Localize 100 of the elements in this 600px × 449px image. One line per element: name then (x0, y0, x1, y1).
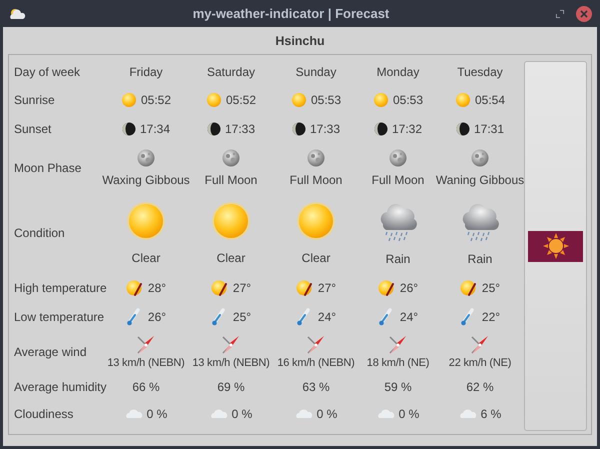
high-temperature: 27° (318, 280, 336, 294)
moon-phase-text: Waxing Gibbous (102, 173, 190, 187)
sun-icon (296, 201, 336, 241)
compass-icon (135, 335, 157, 355)
cloud-icon (458, 408, 477, 418)
day-name: Sunday (296, 64, 336, 78)
high-temperature: 28° (148, 280, 166, 294)
sunrise-time: 05:54 (474, 92, 506, 106)
location-heading: Hsinchu (275, 33, 325, 50)
cloud-icon (124, 408, 143, 418)
sun-icon (290, 92, 307, 108)
cloudiness-text: 0 % (316, 406, 338, 420)
sun-thermometer-icon (460, 278, 478, 296)
moon-icon (307, 149, 325, 167)
row-label: Average humidity (14, 380, 106, 394)
thermometer-icon (378, 308, 392, 326)
sunset-time: 17:31 (474, 122, 504, 136)
row-label: Low temperature (14, 310, 104, 324)
window-title: my-weather-indicator | Forecast (192, 6, 390, 21)
sun-icon (372, 92, 389, 108)
wind-text: 18 km/h (NE) (366, 357, 430, 369)
day-name: Monday (376, 64, 420, 78)
wind-text: 13 km/h (NEBN) (192, 357, 270, 369)
row-label: Average wind (14, 345, 86, 359)
sunset-time: 17:33 (224, 122, 256, 136)
low-temperature: 24° (318, 310, 336, 324)
close-icon (580, 10, 588, 18)
condition-text: Rain (468, 252, 492, 266)
humidity-text: 63 % (302, 380, 330, 394)
cloudiness-text: 0 % (398, 406, 420, 420)
sun-thermometer-icon (210, 278, 229, 296)
moon-phase-text: Full Moon (372, 173, 424, 187)
condition-text: Clear (302, 251, 330, 265)
sun-icon (206, 92, 222, 108)
day-name: Friday (129, 64, 163, 78)
sun-icon (454, 92, 471, 108)
cloud-icon (210, 408, 228, 418)
maximize-icon[interactable] (556, 10, 564, 18)
sunrise-time: 05:53 (310, 92, 342, 106)
row-label: Sunrise (14, 92, 55, 106)
wind-text: 13 km/h (NEBN) (107, 357, 185, 369)
row-label: Condition (14, 226, 65, 240)
row-label: Cloudiness (14, 406, 74, 420)
moon-icon (137, 149, 155, 167)
sun-thermometer-icon (126, 278, 144, 296)
moon-icon (471, 149, 489, 167)
moon-icon (206, 122, 221, 136)
cloud-icon (294, 408, 313, 418)
high-temperature: 26° (400, 280, 418, 294)
cloudiness-text: 0 % (232, 406, 252, 420)
thermometer-icon (126, 308, 140, 326)
low-temperature: 22° (482, 310, 500, 324)
high-temperature: 27° (232, 280, 252, 294)
condition-text: Clear (132, 251, 160, 265)
humidity-text: 62 % (466, 380, 494, 394)
moon-icon (222, 149, 240, 167)
sunrise-time: 05:52 (140, 92, 172, 106)
wind-text: 16 km/h (NEBN) (277, 357, 355, 369)
cloudiness-text: 0 % (146, 406, 168, 420)
day-name: Tuesday (457, 64, 503, 78)
sun-thermometer-icon (378, 278, 396, 296)
weather-app-icon (8, 8, 26, 20)
thermometer-icon (210, 308, 225, 326)
sun-logo-icon (528, 230, 583, 262)
day-name: Saturday (206, 64, 256, 78)
sun-icon (120, 92, 137, 108)
moon-icon (292, 122, 306, 136)
sunset-time: 17:34 (140, 122, 170, 136)
humidity-text: 69 % (217, 380, 245, 394)
sun-thermometer-icon (296, 278, 314, 296)
compass-icon (220, 335, 242, 355)
sunset-time: 17:33 (310, 122, 340, 136)
row-label: High temperature (14, 280, 107, 294)
compass-icon (387, 335, 409, 355)
thermometer-icon (460, 308, 474, 326)
sunset-time: 17:32 (392, 122, 422, 136)
close-button[interactable] (576, 6, 592, 22)
sun-icon (211, 201, 251, 241)
row-label: Day of week (14, 64, 80, 78)
moon-phase-text: Full Moon (290, 173, 342, 187)
moon-icon (374, 122, 388, 136)
moon-phase-text: Full Moon (204, 173, 258, 187)
low-temperature: 25° (232, 310, 252, 324)
moon-phase-text: Waning Gibbous (436, 173, 524, 187)
cloud-icon (376, 408, 395, 418)
sun-icon (126, 201, 166, 241)
sunrise-time: 05:52 (226, 92, 256, 106)
condition-text: Clear (216, 251, 246, 265)
moon-icon (122, 122, 136, 136)
moon-icon (389, 149, 407, 167)
moon-icon (456, 122, 470, 136)
low-temperature: 26° (148, 310, 166, 324)
row-label: Moon Phase (14, 161, 82, 175)
sunrise-time: 05:53 (392, 92, 424, 106)
row-label: Sunset (14, 122, 52, 136)
cloudiness-text: 6 % (480, 406, 502, 420)
condition-text: Rain (386, 252, 410, 266)
thermometer-icon (296, 308, 310, 326)
humidity-text: 59 % (384, 380, 412, 394)
compass-icon (305, 335, 327, 355)
